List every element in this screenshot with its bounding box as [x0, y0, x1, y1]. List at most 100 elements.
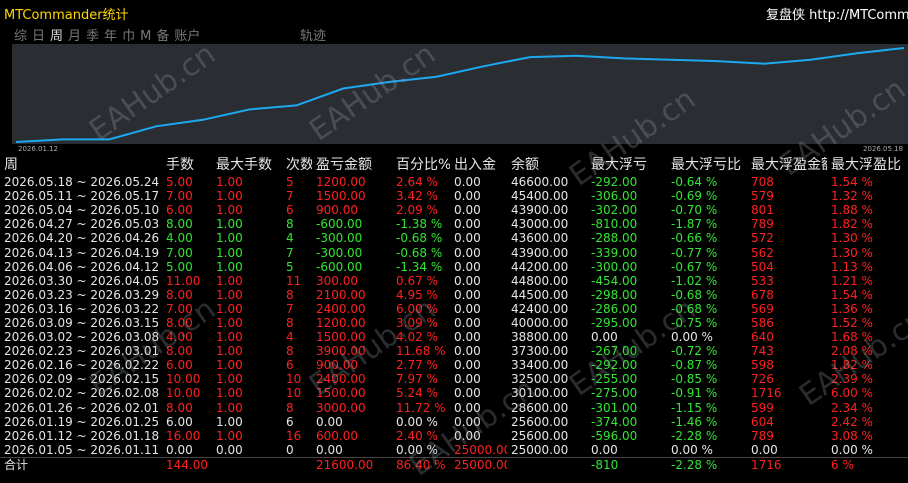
cell-mfp: 598	[747, 358, 827, 372]
cell-week: 2026.04.13 ~ 2026.04.19	[0, 245, 162, 259]
header-cell[interactable]: 百分比%	[392, 156, 450, 175]
cell-mfl: -292.00	[587, 175, 667, 189]
cell-max_lots: 1.00	[212, 372, 282, 386]
cell-lots: 16.00	[162, 429, 212, 443]
cell-week: 2026.05.11 ~ 2026.05.17	[0, 189, 162, 203]
cell-bal: 40000.00	[507, 316, 587, 330]
header-cell[interactable]: 最大浮亏比	[667, 156, 747, 175]
table-row[interactable]: 2026.02.23 ~ 2026.03.018.001.0083900.001…	[0, 344, 908, 358]
table-row[interactable]: 2026.03.30 ~ 2026.04.0511.001.0011300.00…	[0, 274, 908, 288]
cell-count: 5	[282, 175, 312, 189]
cell-pnl: 1500.00	[312, 330, 392, 344]
cell-week: 2026.03.23 ~ 2026.03.29	[0, 288, 162, 302]
header-cell[interactable]: 出入金	[450, 156, 507, 175]
cell-io: 0.00	[450, 302, 507, 316]
cell-max_lots: 1.00	[212, 386, 282, 400]
tab-track[interactable]: 轨迹	[300, 25, 326, 44]
cell-count: 5	[282, 260, 312, 274]
header-cell[interactable]: 余额	[507, 156, 587, 175]
cell-pnl: 600.00	[312, 429, 392, 443]
tab-3[interactable]: 月	[68, 25, 81, 44]
cell-pct: 6.00 %	[392, 302, 450, 316]
cell-pnl: 3900.00	[312, 344, 392, 358]
cell-pnl: 2400.00	[312, 302, 392, 316]
header-cell[interactable]: 最大浮盈比	[827, 156, 908, 175]
cell-pnl: 0.00	[312, 443, 392, 458]
header-cell[interactable]: 次数	[282, 156, 312, 175]
tab-4[interactable]: 季	[86, 25, 99, 44]
cell-mfl: -295.00	[587, 316, 667, 330]
tab-0[interactable]: 综	[14, 25, 27, 44]
tab-5[interactable]: 年	[104, 25, 117, 44]
table-row[interactable]: 2026.01.19 ~ 2026.01.256.001.0060.000.00…	[0, 415, 908, 429]
cell-max_lots: 1.00	[212, 274, 282, 288]
brand-link[interactable]: 复盘侠 http://MTComm	[766, 4, 908, 23]
table-row[interactable]: 2026.05.18 ~ 2026.05.245.001.0051200.002…	[0, 175, 908, 189]
cell-lots: 8.00	[162, 288, 212, 302]
cell-lots: 5.00	[162, 175, 212, 189]
cell-io: 0.00	[450, 316, 507, 330]
table-row[interactable]: 2026.02.16 ~ 2026.02.226.001.006900.002.…	[0, 358, 908, 372]
cell-mflp: -0.68 %	[667, 302, 747, 316]
cell-lots: 6.00	[162, 358, 212, 372]
header-cell[interactable]: 最大浮亏	[587, 156, 667, 175]
table-row[interactable]: 2026.03.09 ~ 2026.03.158.001.0081200.003…	[0, 316, 908, 330]
tab-2[interactable]: 周	[50, 25, 63, 44]
table-row[interactable]: 2026.02.02 ~ 2026.02.0810.001.00101500.0…	[0, 386, 908, 400]
cell-mfp: 726	[747, 372, 827, 386]
table-row[interactable]: 2026.04.20 ~ 2026.04.264.001.004-300.00-…	[0, 231, 908, 245]
tab-1[interactable]: 日	[32, 25, 45, 44]
cell-max_lots: 1.00	[212, 415, 282, 429]
cell-lots: 5.00	[162, 260, 212, 274]
weekly-stats-table: 周手数最大手数次数盈亏金额百分比%出入金余额最大浮亏最大浮亏比最大浮盈金额最大浮…	[0, 156, 908, 472]
table-row[interactable]: 2026.03.23 ~ 2026.03.298.001.0082100.004…	[0, 288, 908, 302]
cell-mflp: -0.87 %	[667, 358, 747, 372]
header-cell[interactable]: 最大浮盈金额	[747, 156, 827, 175]
cell-mfp: 789	[747, 217, 827, 231]
cell-count: 10	[282, 386, 312, 400]
cell-mflp: -2.28 %	[667, 429, 747, 443]
cell-pnl: 0.00	[312, 415, 392, 429]
cell-io: 0.00	[450, 386, 507, 400]
cell-pnl: 1200.00	[312, 316, 392, 330]
cell-pct: -0.68 %	[392, 245, 450, 259]
table-row[interactable]: 2026.05.11 ~ 2026.05.177.001.0071500.003…	[0, 189, 908, 203]
table-row[interactable]: 2026.01.12 ~ 2026.01.1816.001.0016600.00…	[0, 429, 908, 443]
cell-lots: 7.00	[162, 245, 212, 259]
table-row[interactable]: 2026.03.16 ~ 2026.03.227.001.0072400.006…	[0, 302, 908, 316]
cell-lots: 6.00	[162, 203, 212, 217]
cell-lots: 8.00	[162, 344, 212, 358]
header-cell[interactable]: 最大手数	[212, 156, 282, 175]
table-row[interactable]: 2026.01.05 ~ 2026.01.110.000.0000.000.00…	[0, 443, 908, 458]
cell-io: 0.00	[450, 203, 507, 217]
cell-lots: 10.00	[162, 386, 212, 400]
header-cell[interactable]: 周	[0, 156, 162, 175]
cell-mfl: -374.00	[587, 415, 667, 429]
cell-week: 2026.05.04 ~ 2026.05.10	[0, 203, 162, 217]
cell-mfl: -454.00	[587, 274, 667, 288]
cell-mfl: -267.00	[587, 344, 667, 358]
table-row[interactable]: 2026.01.26 ~ 2026.02.018.001.0083000.001…	[0, 401, 908, 415]
tab-6[interactable]: 巾	[122, 25, 135, 44]
table-row[interactable]: 2026.02.09 ~ 2026.02.1510.001.00102400.0…	[0, 372, 908, 386]
cell-count: 0	[282, 443, 312, 458]
table-row[interactable]: 2026.04.13 ~ 2026.04.197.001.007-300.00-…	[0, 245, 908, 259]
table-row[interactable]: 2026.03.02 ~ 2026.03.084.001.0041500.004…	[0, 330, 908, 344]
tab-7[interactable]: M	[140, 29, 151, 44]
app-title: MTCommander统计	[4, 4, 129, 23]
tab-8[interactable]: 备	[156, 25, 169, 44]
tab-9[interactable]: 账户	[174, 25, 200, 44]
table-row[interactable]: 2026.04.06 ~ 2026.04.125.001.005-600.00-…	[0, 260, 908, 274]
cell-mfpp: 2.34 %	[827, 401, 908, 415]
chart-start-date: 2026.01.12	[18, 145, 58, 153]
cell-pct: 4.02 %	[392, 330, 450, 344]
header-cell[interactable]: 盈亏金额	[312, 156, 392, 175]
cell-io: 25000.00	[450, 443, 507, 458]
table-row[interactable]: 2026.04.27 ~ 2026.05.038.001.008-600.00-…	[0, 217, 908, 231]
cell-count: 8	[282, 401, 312, 415]
table-row[interactable]: 2026.05.04 ~ 2026.05.106.001.006900.002.…	[0, 203, 908, 217]
cell-mflp: -1.15 %	[667, 401, 747, 415]
cell-bal: 43900.00	[507, 245, 587, 259]
cell-pct: 0.00 %	[392, 443, 450, 458]
header-cell[interactable]: 手数	[162, 156, 212, 175]
